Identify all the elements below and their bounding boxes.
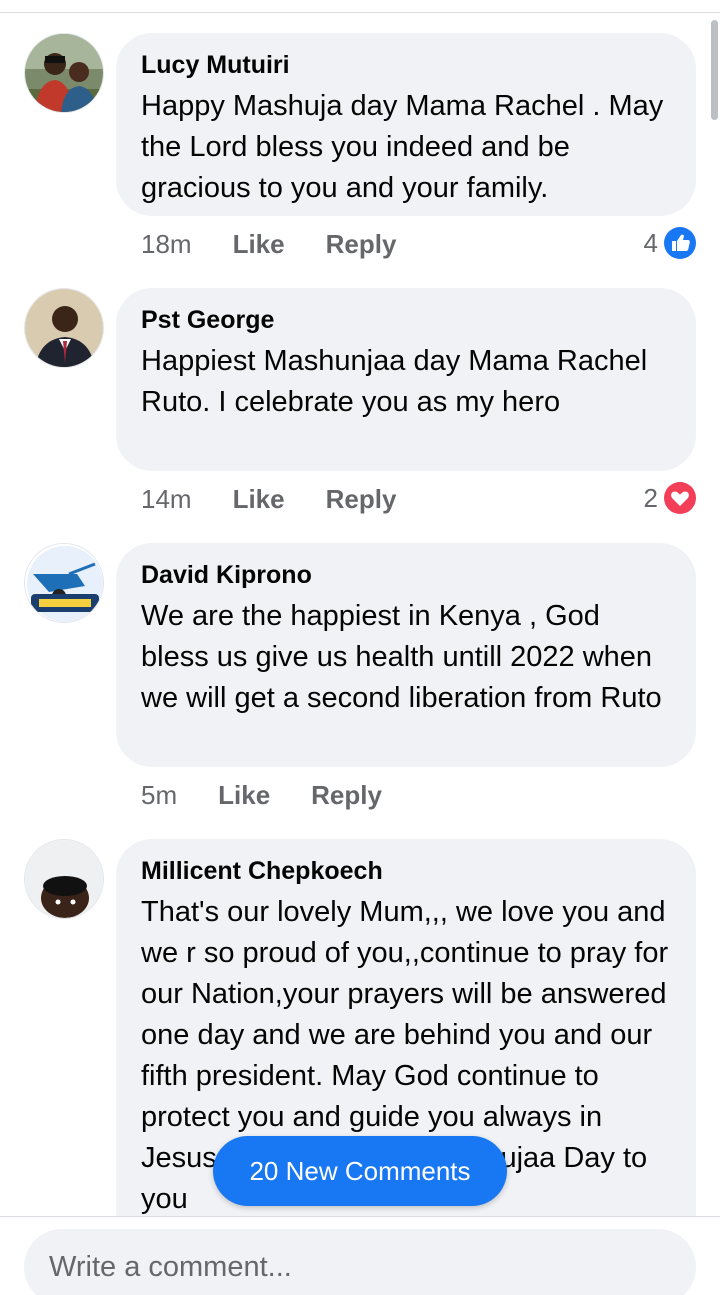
comment-author[interactable]: David Kiprono: [141, 560, 672, 590]
avatar-man-in-suit-icon: [25, 289, 103, 367]
avatar-woman-icon: [25, 840, 103, 918]
reply-button[interactable]: Reply: [311, 780, 382, 811]
like-button[interactable]: Like: [233, 229, 285, 260]
comment-text: We are the happiest in Kenya , God bless…: [141, 600, 662, 714]
comments-screen: Lucy Mutuiri Happy Mashuja day Mama Rach…: [0, 0, 720, 1295]
comment-bubble[interactable]: Pst George Happiest Mashunjaa day Mama R…: [116, 288, 696, 471]
comment-time[interactable]: 5m: [141, 780, 177, 811]
love-icon: [664, 482, 696, 514]
comment-text: Happiest Mashunjaa day Mama Rachel Ruto.…: [141, 345, 648, 418]
reply-button[interactable]: Reply: [326, 229, 397, 260]
comment-input[interactable]: [24, 1229, 696, 1295]
comment-bubble[interactable]: Lucy Mutuiri Happy Mashuja day Mama Rach…: [116, 33, 696, 216]
avatar-two-people-icon: [25, 34, 103, 112]
avatar-wheelbarrow-logo-icon: [25, 544, 103, 622]
reply-button[interactable]: Reply: [326, 484, 397, 515]
comment-actions: 14m Like Reply: [141, 484, 396, 515]
avatar[interactable]: [24, 33, 104, 113]
comment-author[interactable]: Millicent Chepkoech: [141, 856, 672, 886]
comment-time[interactable]: 14m: [141, 484, 192, 515]
comment-actions: 5m Like Reply: [141, 780, 382, 811]
avatar[interactable]: [24, 288, 104, 368]
reaction-summary[interactable]: 4: [644, 227, 696, 259]
reaction-summary[interactable]: 2: [644, 482, 696, 514]
comment-composer: [0, 1216, 720, 1295]
comment-bubble[interactable]: David Kiprono We are the happiest in Ken…: [116, 543, 696, 767]
comment-author[interactable]: Pst George: [141, 305, 672, 335]
comment-text: Happy Mashuja day Mama Rachel . May the …: [141, 90, 664, 204]
comment-time[interactable]: 18m: [141, 229, 192, 260]
avatar[interactable]: [24, 839, 104, 919]
comment-author[interactable]: Lucy Mutuiri: [141, 50, 672, 80]
new-comments-button[interactable]: 20 New Comments: [213, 1136, 507, 1206]
like-button[interactable]: Like: [218, 780, 270, 811]
top-divider: [0, 12, 720, 13]
avatar[interactable]: [24, 543, 104, 623]
scrollbar[interactable]: [711, 20, 718, 120]
like-button[interactable]: Like: [233, 484, 285, 515]
comment-actions: 18m Like Reply: [141, 229, 396, 260]
reaction-count: 2: [643, 482, 658, 513]
like-icon: [664, 227, 696, 259]
reaction-count: 4: [643, 227, 658, 258]
